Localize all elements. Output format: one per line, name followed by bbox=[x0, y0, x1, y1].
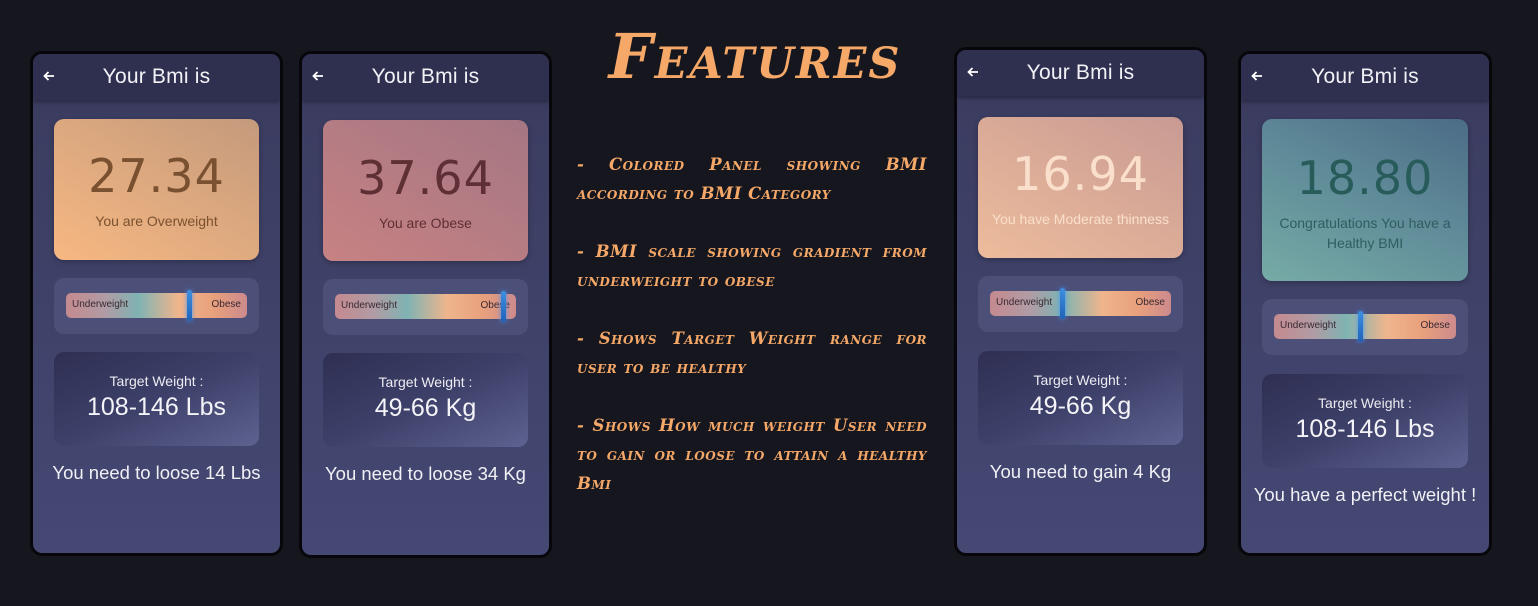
phone-screen-overweight: Your Bmi is 27.34 You are Overweight Und… bbox=[30, 51, 283, 556]
bmi-marker bbox=[1060, 288, 1066, 319]
feature-item: - Colored Panel showing BMI according to… bbox=[577, 155, 927, 203]
app-bar-title: Your Bmi is bbox=[1311, 65, 1419, 88]
bmi-result-panel: 18.80 Congratulations You have a Healthy… bbox=[1262, 119, 1468, 281]
bmi-scale-panel: Underweight Obese bbox=[54, 278, 259, 334]
app-bar: Your Bmi is bbox=[957, 50, 1204, 96]
scale-label-underweight: Underweight bbox=[72, 299, 129, 310]
bmi-category: You are Overweight bbox=[95, 213, 218, 229]
target-weight-panel: Target Weight : 108-146 Lbs bbox=[1262, 374, 1468, 468]
bmi-marker bbox=[501, 291, 507, 322]
app-bar-title: Your Bmi is bbox=[1026, 61, 1135, 84]
features-heading: Features bbox=[608, 20, 902, 93]
bmi-scale-gradient: Underweight Obese bbox=[990, 288, 1171, 319]
target-weight-value: 108-146 Lbs bbox=[86, 393, 226, 421]
bmi-scale-gradient: Underweight Obese bbox=[335, 291, 516, 322]
app-bar: Your Bmi is bbox=[33, 54, 280, 100]
scale-label-underweight: Underweight bbox=[341, 300, 398, 311]
target-weight-panel: Target Weight : 49-66 Kg bbox=[323, 353, 528, 447]
phone-screen-healthy: Your Bmi is 18.80 Congratulations You ha… bbox=[1238, 51, 1492, 556]
target-weight-value: 49-66 Kg bbox=[374, 394, 477, 422]
bmi-scale-panel: Underweight Obese bbox=[1262, 299, 1468, 355]
bmi-value: 16.94 bbox=[1012, 147, 1149, 201]
weight-advice: You need to loose 34 Kg bbox=[325, 463, 526, 484]
target-weight-panel: Target Weight : 49-66 Kg bbox=[978, 351, 1183, 445]
target-weight-label: Target Weight : bbox=[1033, 372, 1128, 388]
bmi-scale-gradient: Underweight Obese bbox=[66, 290, 247, 321]
bmi-result-panel: 27.34 You are Overweight bbox=[54, 119, 259, 260]
scale-label-obese: Obese bbox=[1135, 297, 1165, 308]
scale-label-obese: Obese bbox=[1420, 320, 1450, 331]
feature-item: - Shows Target Weight range for user to … bbox=[577, 329, 927, 377]
app-bar: Your Bmi is bbox=[302, 54, 549, 100]
target-weight-panel: Target Weight : 108-146 Lbs bbox=[54, 352, 259, 446]
scale-label-underweight: Underweight bbox=[996, 297, 1053, 308]
bmi-value: 27.34 bbox=[88, 149, 225, 203]
bmi-scale-panel: Underweight Obese bbox=[323, 279, 528, 335]
bmi-marker bbox=[187, 290, 193, 321]
bmi-scale-gradient: Underweight Obese bbox=[1274, 311, 1456, 342]
bmi-value: 37.64 bbox=[357, 151, 494, 205]
feature-item: - Shows How much weight User need to gai… bbox=[577, 416, 927, 493]
features-list: - Colored Panel showing BMI according to… bbox=[577, 150, 927, 527]
bmi-category: You have Moderate thinness bbox=[992, 211, 1169, 227]
weight-advice: You need to loose 14 Lbs bbox=[52, 462, 261, 483]
bmi-result-panel: 37.64 You are Obese bbox=[323, 120, 528, 261]
bmi-marker bbox=[1357, 311, 1363, 342]
scale-label-underweight: Underweight bbox=[1280, 320, 1337, 331]
scale-label-obese: Obese bbox=[211, 299, 241, 310]
app-bar-title: Your Bmi is bbox=[102, 65, 211, 88]
target-weight-label: Target Weight : bbox=[1318, 395, 1412, 411]
phone-screen-obese: Your Bmi is 37.64 You are Obese Underwei… bbox=[299, 51, 552, 558]
weight-advice: You have a perfect weight ! bbox=[1253, 484, 1477, 505]
bmi-category: Congratulations You have a Healthy BMI bbox=[1279, 215, 1451, 251]
feature-item: - BMI scale showing gradient from underw… bbox=[577, 242, 927, 290]
weight-advice: You need to gain 4 Kg bbox=[989, 461, 1172, 482]
bmi-scale-panel: Underweight Obese bbox=[978, 276, 1183, 332]
target-weight-label: Target Weight : bbox=[109, 373, 204, 389]
phone-screen-thinness: Your Bmi is 16.94 You have Moderate thin… bbox=[954, 47, 1207, 556]
target-weight-value: 108-146 Lbs bbox=[1295, 415, 1435, 443]
bmi-result-panel: 16.94 You have Moderate thinness bbox=[978, 117, 1183, 258]
bmi-category: You are Obese bbox=[379, 215, 472, 231]
app-bar-title: Your Bmi is bbox=[371, 65, 480, 88]
target-weight-label: Target Weight : bbox=[378, 374, 473, 390]
app-bar: Your Bmi is bbox=[1241, 54, 1489, 100]
bmi-value: 18.80 bbox=[1296, 151, 1434, 205]
target-weight-value: 49-66 Kg bbox=[1029, 392, 1132, 420]
